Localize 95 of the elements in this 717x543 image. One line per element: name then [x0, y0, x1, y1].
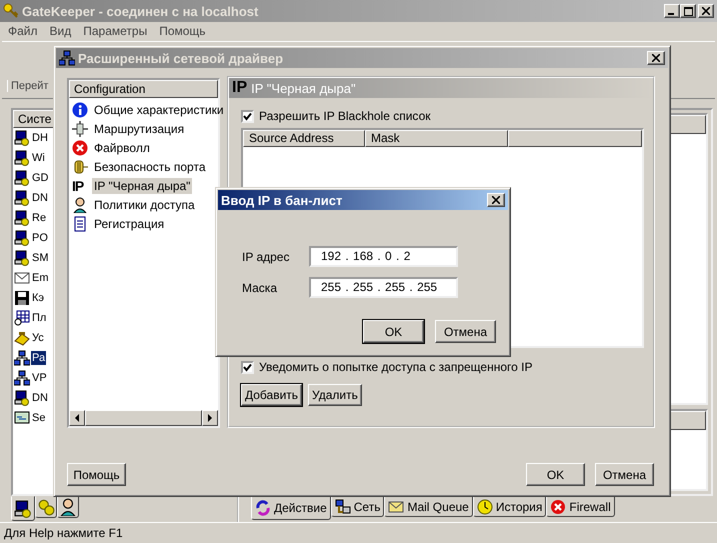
list-item[interactable]: DH [31, 131, 49, 145]
column-header: Configuration [69, 80, 218, 98]
add-button[interactable]: Добавить [241, 384, 302, 406]
tab[interactable]: Сеть [330, 496, 384, 517]
network-icon [59, 50, 75, 66]
checkbox[interactable] [241, 360, 254, 374]
list-item[interactable]: PO [31, 231, 49, 245]
maximize-icon [684, 6, 692, 16]
tab[interactable]: Действие [251, 496, 331, 520]
ip-icon: IP [72, 178, 88, 194]
dialog-title: Ввод IP в бан-лист [221, 192, 342, 208]
computer-icon [14, 230, 30, 246]
field-label: Маска [242, 280, 278, 294]
list-item[interactable]: VP [31, 371, 48, 385]
menu-item[interactable]: Параметры [77, 24, 154, 38]
view-tab[interactable] [11, 496, 35, 521]
tab[interactable]: Firewall [546, 496, 615, 517]
tree-item[interactable]: IP "Черная дыра" [92, 178, 192, 194]
envelope-icon [388, 498, 404, 514]
list-item[interactable]: Пл [31, 311, 48, 325]
list-item[interactable]: SM [31, 251, 50, 265]
checkbox-label: Уведомить о попытке доступа с запрещенного IP [259, 360, 532, 374]
network-icon [14, 370, 30, 386]
menu-item[interactable]: Вид [44, 24, 78, 38]
checkbox[interactable] [241, 110, 254, 122]
floppy-icon [14, 290, 30, 306]
computer-icon [14, 150, 30, 166]
person-icon [59, 498, 77, 516]
field-label: IP адрес [242, 250, 290, 264]
panel-title: IP "Черная дыра" [251, 80, 356, 96]
menu-item[interactable]: Помощь [153, 24, 212, 38]
cancel-button[interactable]: Отмена [435, 320, 496, 343]
error-icon [550, 498, 566, 514]
list-item[interactable]: Кэ [31, 291, 46, 305]
list-item[interactable]: DN [31, 391, 49, 405]
document-icon [72, 216, 88, 232]
port-icon [72, 158, 88, 174]
ip-address-field[interactable]: 192 . 168 . 0 . 2 [309, 246, 458, 267]
clock-icon [476, 498, 493, 514]
horizontal-scrollbar[interactable] [69, 410, 218, 426]
computer-icon [14, 390, 30, 406]
computer-icon [14, 190, 30, 206]
list-item[interactable]: DN [31, 191, 49, 205]
tab[interactable]: Mail Queue [384, 496, 473, 517]
tree-item[interactable]: Политики доступа [92, 196, 197, 212]
column-header[interactable]: Mask [365, 130, 508, 147]
status-bar: Для Help нажмите F1 [0, 522, 717, 543]
monitor-icon [14, 410, 30, 426]
tree-item[interactable]: Регистрация [92, 216, 166, 232]
list-item[interactable]: Wi [31, 151, 46, 165]
info-icon [72, 102, 88, 118]
list-item[interactable]: Ус [31, 331, 45, 345]
ok-button[interactable]: OK [526, 463, 585, 486]
chip-icon [72, 120, 88, 136]
list-item[interactable]: Re [31, 211, 48, 225]
cancel-button[interactable]: Отмена [595, 463, 654, 486]
checkbox-label: Разрешить IP Blackhole список [259, 109, 430, 123]
column-header[interactable]: Source Address [243, 130, 365, 147]
tree-item[interactable]: Файрволл [92, 140, 152, 156]
tree-item[interactable]: Безопасность порта [92, 158, 208, 174]
calendar-icon [14, 310, 30, 326]
computer-icon [14, 130, 30, 146]
arrows-icon [255, 500, 271, 516]
window-title: GateKeeper - соединен с на localhost [22, 4, 258, 18]
computer-icon [14, 170, 30, 186]
menu-item[interactable]: Файл [2, 24, 44, 38]
list-item[interactable]: Em [31, 271, 50, 285]
list-item[interactable]: GD [31, 171, 50, 185]
list-item[interactable]: Ра [31, 351, 46, 365]
toolbar-button[interactable]: Перейт [7, 80, 48, 92]
left-arrow-icon [74, 414, 80, 422]
view-tab[interactable] [35, 496, 57, 518]
ok-button[interactable]: OK [363, 320, 424, 343]
dialog-title: Расширенный сетевой драйвер [78, 50, 284, 66]
close-icon [702, 7, 710, 15]
close-icon [652, 54, 660, 62]
computer-icon [14, 500, 32, 518]
person-icon [72, 196, 88, 212]
network-icon [334, 498, 351, 514]
close-button[interactable] [487, 193, 505, 207]
error-icon [72, 140, 88, 156]
close-icon [492, 196, 500, 204]
computer-icon [14, 210, 30, 226]
help-button[interactable]: Помощь [67, 463, 126, 486]
ip-icon: IP [232, 79, 248, 97]
network-icon [14, 350, 30, 366]
tab[interactable]: История [472, 496, 546, 517]
right-arrow-icon [207, 414, 213, 422]
view-tab[interactable] [57, 496, 79, 518]
ip-address-field[interactable]: 255 . 255 . 255 . 255 [309, 277, 458, 298]
computer-icon [14, 250, 30, 266]
list-item[interactable]: Se [31, 411, 46, 425]
key-icon [3, 3, 19, 19]
envelope-icon [14, 270, 30, 286]
delete-button[interactable]: Удалить [308, 384, 362, 406]
